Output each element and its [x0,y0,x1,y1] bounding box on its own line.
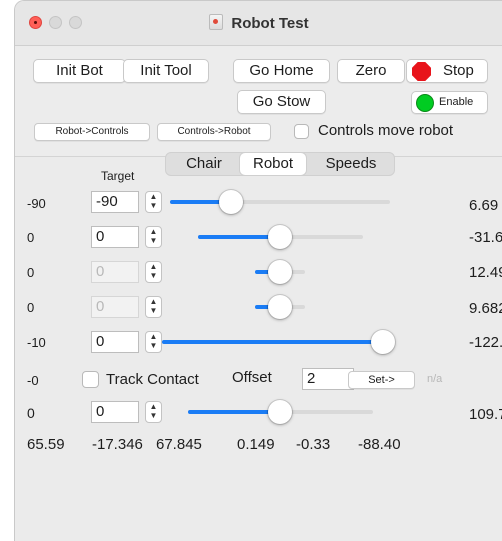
app-icon [209,14,224,30]
enable-status-light-icon [416,94,434,112]
joint-2-target-field[interactable]: 0 [91,226,139,248]
joint-3-value: 12.49 [469,264,502,281]
joint-2-stepper[interactable]: ▲ ▼ [145,226,162,248]
joint-3-label: 0 [27,265,35,280]
controls-move-robot-label: Controls move robot [318,122,454,139]
joint-6-stepper[interactable]: ▲ ▼ [145,401,162,423]
joint-3-stepper[interactable]: ▲ ▼ [145,261,162,283]
joint-4-label: 0 [27,300,35,315]
joint-1-slider-knob[interactable] [219,190,243,214]
joint-6-slider-fill [188,410,280,414]
app-window: Robot Test Init Bot Init Tool Go Home Ze… [14,0,502,541]
joint-3-target-field[interactable]: 0 [91,261,139,283]
init-bot-button[interactable]: Init Bot [33,59,126,83]
joint-5-target-field[interactable]: 0 [91,331,139,353]
joint-6-target-field[interactable]: 0 [91,401,139,423]
joint-1-target-field[interactable]: -90 [91,191,139,213]
tab-speeds[interactable]: Speeds [308,153,394,175]
go-home-button[interactable]: Go Home [233,59,330,83]
joint-2-slider-knob[interactable] [268,225,292,249]
joint-2-value: -31.60 [469,229,502,246]
pose-value-4: 0.149 [237,436,275,453]
window-title: Robot Test [15,14,502,32]
contact-row-label: -0 [27,373,39,388]
joint-5-slider-knob[interactable] [371,330,395,354]
pose-value-6: -88.40 [358,436,401,453]
joint-2-label: 0 [27,230,35,245]
tab-chair[interactable]: Chair [166,153,242,175]
controls-move-robot-checkbox[interactable] [294,124,309,139]
go-stow-button[interactable]: Go Stow [237,90,326,114]
stop-button-label: Stop [443,62,474,79]
joint-1-value: 6.69 [469,197,499,214]
pose-value-5: -0.33 [296,436,331,453]
window-title-text: Robot Test [231,15,309,32]
joint-5-label: -10 [27,335,46,350]
offset-status: n/a [427,373,443,385]
tab-robot[interactable]: Robot [240,153,306,175]
joint-4-slider-knob[interactable] [268,295,292,319]
pose-value-1: 65.59 [27,436,65,453]
joint-4-stepper[interactable]: ▲ ▼ [145,296,162,318]
robot-to-controls-button[interactable]: Robot->Controls [34,123,150,141]
joint-6-slider-knob[interactable] [268,400,292,424]
controls-to-robot-button[interactable]: Controls->Robot [157,123,271,141]
joint-3-slider-knob[interactable] [268,260,292,284]
enable-button[interactable]: Enable [411,91,488,114]
track-contact-checkbox[interactable] [82,371,99,388]
target-column-header: Target [101,169,135,183]
pose-value-2: -17.346 [92,436,143,453]
joint-5-value: -122.2 [469,334,502,351]
joint-5-stepper[interactable]: ▲ ▼ [145,331,162,353]
pose-value-3: 67.845 [155,436,202,453]
joint-5-slider-fill [162,340,382,344]
stop-sign-icon [412,62,431,81]
stop-button[interactable]: Stop [406,59,488,83]
joint-4-value: 9.682 [469,300,502,317]
set-offset-button[interactable]: Set-> [348,371,415,389]
enable-button-label: Enable [439,96,474,108]
joint-4-target-field[interactable]: 0 [91,296,139,318]
tab-bar: Chair Robot Speeds [165,152,395,176]
track-contact-label: Track Contact [106,371,199,388]
joint-1-label: -90 [27,196,46,211]
offset-field[interactable]: 2 [302,368,354,390]
joint-1-stepper[interactable]: ▲ ▼ [145,191,162,213]
joint-6-label: 0 [27,405,35,421]
init-tool-button[interactable]: Init Tool [123,59,209,83]
offset-label: Offset [232,369,272,386]
title-bar: Robot Test [15,1,502,46]
joint-6-value: 109.77 [469,406,502,423]
zero-button[interactable]: Zero [337,59,405,83]
